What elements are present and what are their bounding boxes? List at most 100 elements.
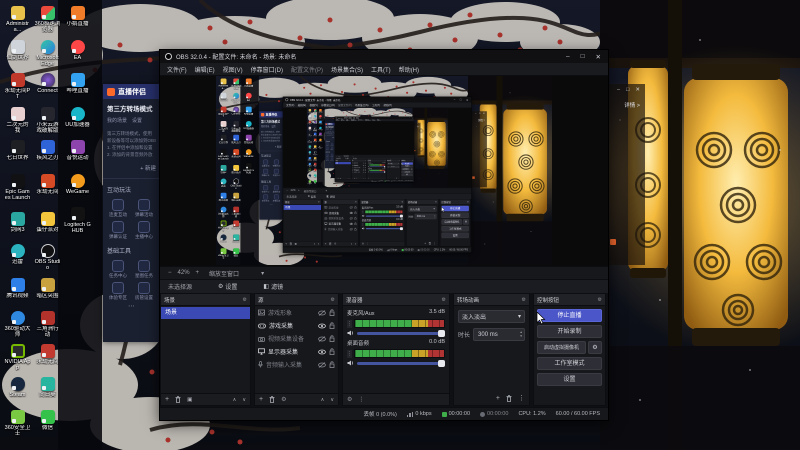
close-icon[interactable]: ✕ <box>635 87 640 93</box>
unlock-icon[interactable] <box>329 348 335 355</box>
source-filters-button[interactable]: ◧ 滤镜 <box>263 282 283 291</box>
desktop-icon[interactable]: 音悦运动 <box>64 140 91 161</box>
volume-slider[interactable] <box>357 359 445 367</box>
start-recording-button[interactable]: 开始录制 <box>537 325 602 338</box>
scene-up-icon[interactable]: ∧ <box>233 397 237 403</box>
unlock-icon[interactable] <box>329 309 335 316</box>
more-ellipsis[interactable]: ⋯ <box>103 303 160 310</box>
desktop-icon[interactable]: 小鹅直播 <box>64 6 91 27</box>
desktop-icon[interactable]: Epic Games Launcher <box>4 174 31 201</box>
desktop-icon[interactable]: 微信 <box>34 410 61 431</box>
source-row[interactable]: 音频输入采集 <box>255 358 338 371</box>
eye-icon[interactable] <box>318 323 326 329</box>
volume-slider[interactable] <box>357 329 445 337</box>
source-up-icon[interactable]: ∧ <box>321 397 325 403</box>
desktop-icon[interactable]: 剑网3 <box>4 212 31 233</box>
desktop-icon[interactable]: 三角洲行动 <box>34 311 61 338</box>
panel-options-icon[interactable]: ⚙ <box>522 297 526 303</box>
desktop-icon[interactable]: 永劫无间PT <box>4 73 31 100</box>
spin-down-icon[interactable]: ▾ <box>520 334 522 339</box>
menu-scene-collection[interactable]: 场景集合(S) <box>331 65 363 74</box>
unlock-icon[interactable] <box>329 322 335 329</box>
source-row[interactable]: 游戏形象 <box>255 306 338 319</box>
source-down-icon[interactable]: ∨ <box>330 397 334 403</box>
start-virtual-camera-button[interactable]: 启动虚拟摄像机 <box>537 341 586 354</box>
obs-preview-canvas[interactable]: Administra... 仙剑世界 永劫无间PT 二次元的我 七日世界 Epi… <box>160 76 608 266</box>
virtual-camera-config-icon[interactable]: ⚙ <box>588 341 602 354</box>
add-source-icon[interactable]: + <box>259 396 263 403</box>
desktop-icon[interactable]: 疾风之刃 <box>34 140 61 161</box>
desktop-icon[interactable]: Administra... <box>4 6 31 33</box>
menu-profile[interactable]: 配置文件(P) <box>291 65 323 74</box>
companion-item[interactable]: 体验专区 <box>105 282 131 301</box>
source-properties-button[interactable]: ⚙ 设置 <box>218 282 237 291</box>
companion-item[interactable]: 主播中心 <box>131 221 157 240</box>
menu-file[interactable]: 文件(F) <box>167 65 187 74</box>
detail-link[interactable]: 详情 > <box>606 93 645 109</box>
panel-options-icon[interactable]: ⚙ <box>331 297 335 303</box>
add-transition-icon[interactable]: + <box>496 395 500 402</box>
eye-slash-icon[interactable] <box>318 335 326 342</box>
desktop-icon[interactable]: 小米云游戏破解版 <box>34 107 61 134</box>
kebab-menu-icon[interactable]: ⋮ <box>518 394 525 402</box>
add-scene-icon[interactable]: + <box>165 396 169 403</box>
eye-slash-icon[interactable] <box>318 361 326 368</box>
source-row[interactable]: 游戏采集 <box>255 319 338 332</box>
menu-help[interactable]: 帮助(H) <box>399 65 419 74</box>
obs-titlebar[interactable]: OBS 32.0.4 - 配置文件: 未命名 - 场景: 未命名 – □ ✕ <box>160 50 608 63</box>
companion-item[interactable]: 弹幕认证 <box>105 221 131 240</box>
desktop-icon[interactable]: 暗区突围 <box>34 278 61 299</box>
close-icon[interactable]: ✕ <box>596 53 601 61</box>
chevron-down-icon[interactable]: ▾ <box>261 270 264 277</box>
desktop-icon[interactable]: 哔哩直播 <box>64 73 91 94</box>
companion-item[interactable]: 星图任务 <box>131 260 157 279</box>
desktop-icon[interactable]: 仙剑世界 <box>4 40 31 61</box>
menu-docks[interactable]: 停靠窗口(D) <box>251 65 283 74</box>
companion-new-button[interactable]: + 新建 <box>107 164 156 172</box>
desktop-icon[interactable]: WeGame <box>64 174 91 195</box>
desktop-icon[interactable]: UU加速器 <box>64 107 91 128</box>
menu-view[interactable]: 视图(V) <box>223 65 243 74</box>
panel-options-icon[interactable]: ⚙ <box>442 297 446 303</box>
studio-mode-button[interactable]: 工作室模式 <box>537 357 602 370</box>
desktop-icon[interactable]: OBS Studio <box>34 244 61 271</box>
stop-streaming-button[interactable]: 停止直播 <box>537 309 602 322</box>
source-row[interactable]: 视频采集设备 <box>255 332 338 345</box>
minimize-icon[interactable]: – <box>617 87 620 93</box>
eye-icon[interactable] <box>318 349 326 355</box>
desktop-icon[interactable]: 360极速浏览器 <box>34 6 61 33</box>
source-row[interactable]: 显示器采集 <box>255 345 338 358</box>
scene-down-icon[interactable]: ∨ <box>242 397 246 403</box>
drag-grip-icon[interactable]: ⋮ <box>347 319 352 328</box>
zoom-fit-label[interactable]: 缩放至窗口 <box>209 269 239 278</box>
settings-button[interactable]: 设置 <box>537 373 602 386</box>
desktop-icon[interactable]: 迅雷 <box>4 244 31 265</box>
drag-grip-icon[interactable]: ⋮ <box>347 349 352 358</box>
remove-transition-icon[interactable] <box>506 394 512 402</box>
menu-tools[interactable]: 工具(T) <box>371 65 391 74</box>
maximize-icon[interactable]: □ <box>581 53 585 61</box>
desktop-icon[interactable]: NVIDIA App <box>4 344 31 371</box>
desktop-icon[interactable]: 七日世界 <box>4 140 31 161</box>
panel-options-icon[interactable]: ⚙ <box>598 297 602 303</box>
remove-source-icon[interactable] <box>269 396 275 403</box>
remove-scene-icon[interactable] <box>175 396 181 403</box>
desktop-icon[interactable]: 向日葵 <box>34 377 61 398</box>
transition-select[interactable]: 淡入淡出 ▾ <box>458 310 525 323</box>
mixer-settings-icon[interactable]: ⚙ <box>347 396 352 403</box>
duration-input[interactable]: 300 ms ▴ ▾ <box>473 328 525 341</box>
companion-item[interactable]: 弹幕活动 <box>131 199 157 218</box>
kebab-menu-icon[interactable]: ⋮ <box>358 396 364 403</box>
desktop-icon[interactable]: Microsoft Edge <box>34 40 61 67</box>
desktop-icon[interactable]: 蛋仔派对 <box>34 212 61 233</box>
desktop-icon[interactable]: 360驱动大师 <box>4 311 31 338</box>
minimize-icon[interactable]: – <box>566 53 570 61</box>
unlock-icon[interactable] <box>329 335 335 342</box>
maximize-icon[interactable]: □ <box>626 87 629 93</box>
companion-item[interactable]: 房管设置 <box>131 282 157 301</box>
desktop-icon[interactable]: Logitech G HUB <box>64 207 91 234</box>
desktop-icon[interactable]: 360安全卫士 <box>4 410 31 437</box>
speaker-icon[interactable] <box>347 360 354 366</box>
desktop-icon[interactable]: 二次元的我 <box>4 107 31 134</box>
speaker-icon[interactable] <box>347 330 354 336</box>
